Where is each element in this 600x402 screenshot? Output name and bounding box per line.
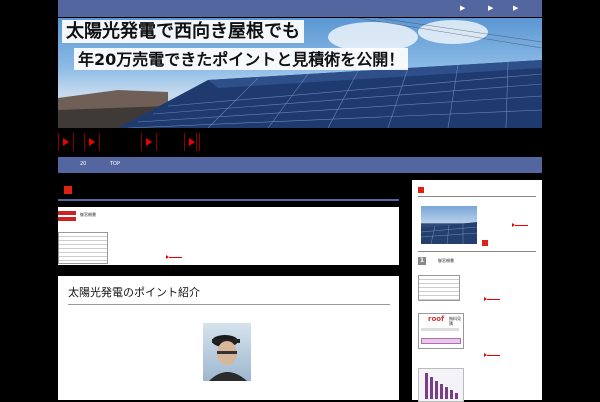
chart-bar — [430, 377, 433, 399]
chart-bar — [425, 373, 428, 399]
table-grid — [418, 275, 460, 301]
nav-item-3[interactable] — [141, 133, 157, 151]
top-header-bar: ▶ ▶ ▶ — [58, 0, 542, 17]
mini-header-bar — [58, 217, 76, 221]
link-underline — [515, 225, 528, 226]
header-link-3[interactable]: ▶ — [513, 4, 518, 12]
chart-bar — [445, 387, 448, 399]
global-nav — [58, 131, 542, 153]
promo-title: 無料見積 — [449, 316, 461, 326]
chart-bar — [440, 384, 443, 399]
sidebar-table-thumbnail[interactable] — [418, 275, 460, 301]
read-more-link[interactable] — [484, 353, 500, 358]
sidebar-divider — [418, 196, 536, 197]
sidebar-entry-label: 御宮柵書 — [438, 258, 454, 263]
sidebar-marker-icon — [482, 240, 488, 246]
arrow-right-icon — [89, 138, 95, 146]
article-title[interactable]: 太陽光発電のポイント紹介 — [68, 286, 200, 300]
chart-thumbnail[interactable] — [418, 368, 464, 402]
hero-banner[interactable]: 太陽光発電で西向き屋根でも 年20万売電できたポイントと見積術を公開！ — [58, 18, 542, 128]
breadcrumb: 20 TOP — [58, 157, 542, 173]
solar-farm-image — [421, 222, 477, 244]
promo-brand: roof — [428, 315, 445, 323]
read-more-link[interactable] — [166, 255, 182, 260]
mini-header-bar — [58, 211, 76, 215]
author-photo — [203, 323, 251, 381]
arrow-right-icon — [63, 138, 69, 146]
article-panel: 太陽光発電のポイント紹介 — [58, 276, 399, 400]
section-divider — [58, 199, 399, 201]
arrow-right-icon — [146, 138, 152, 146]
nav-item-2[interactable] — [84, 133, 100, 151]
person-with-cap-image — [209, 335, 247, 381]
sidebar-divider — [418, 251, 536, 252]
rank-badge-1: 1 — [418, 257, 426, 265]
promo-banner[interactable]: roof 無料見積 — [418, 313, 464, 349]
section-marker-icon — [64, 186, 72, 194]
hero-headline-1: 太陽光発電で西向き屋根でも — [62, 20, 304, 43]
article-divider — [68, 304, 390, 305]
chart-bar — [435, 381, 438, 399]
nav-divider — [196, 133, 197, 151]
header-link-1[interactable]: ▶ — [460, 4, 465, 12]
nav-item-4[interactable] — [184, 133, 200, 151]
solar-farm-thumbnail[interactable] — [421, 206, 477, 244]
hero-headline-2: 年20万売電できたポイントと見積術を公開！ — [74, 48, 409, 70]
chart-bar — [455, 393, 458, 399]
link-underline — [169, 257, 182, 258]
header-link-2[interactable]: ▶ — [488, 4, 493, 12]
sidebar-marker-icon — [418, 187, 424, 193]
entry-label: 御宮柵書 — [80, 212, 96, 217]
breadcrumb-count: 20 — [80, 161, 87, 167]
entry-panel: 御宮柵書 — [58, 207, 399, 265]
chart-bar — [450, 390, 453, 399]
link-underline — [487, 299, 500, 300]
read-more-link[interactable] — [484, 297, 500, 302]
sidebar: 1 御宮柵書 2 roof 無料見積 3 — [412, 180, 542, 402]
read-more-link[interactable] — [512, 223, 528, 228]
promo-button — [421, 338, 461, 344]
breadcrumb-top-link[interactable]: TOP — [110, 160, 120, 169]
link-underline — [487, 355, 500, 356]
promo-text-line — [421, 328, 459, 331]
nav-item-1[interactable] — [58, 133, 74, 151]
estimate-table-thumbnail[interactable] — [58, 232, 108, 264]
arrow-right-icon — [189, 138, 195, 146]
